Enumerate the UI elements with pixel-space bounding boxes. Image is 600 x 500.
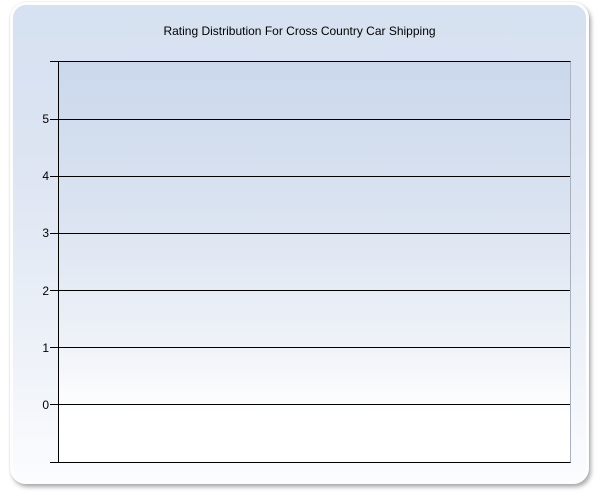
y-axis-tick-mark	[50, 118, 59, 120]
y-axis-tick-label: 3	[42, 226, 49, 241]
y-axis-tick-mark	[50, 290, 59, 292]
plot-area: 5 4 3 2 1 0	[42, 61, 571, 463]
y-axis-tick-mark	[50, 347, 59, 349]
gridline	[59, 290, 570, 292]
gridline	[59, 175, 570, 177]
gridline	[59, 232, 570, 234]
y-axis-tick-label: 4	[42, 169, 49, 184]
gridline	[59, 347, 570, 349]
y-axis-tick-mark	[50, 175, 59, 177]
y-axis-tick-mark	[50, 462, 59, 463]
gridline	[59, 118, 570, 120]
y-axis-tick-mark	[50, 61, 59, 62]
gridline	[59, 404, 570, 406]
y-axis-tick-mark	[50, 232, 59, 234]
y-axis-tick-label: 2	[42, 283, 49, 298]
y-axis-tick-label: 0	[42, 397, 49, 412]
y-axis-tick-mark	[50, 404, 59, 406]
y-axis-tick-label: 1	[42, 340, 49, 355]
y-axis-tick-label: 5	[42, 112, 49, 127]
chart-title: Rating Distribution For Cross Country Ca…	[163, 24, 436, 38]
